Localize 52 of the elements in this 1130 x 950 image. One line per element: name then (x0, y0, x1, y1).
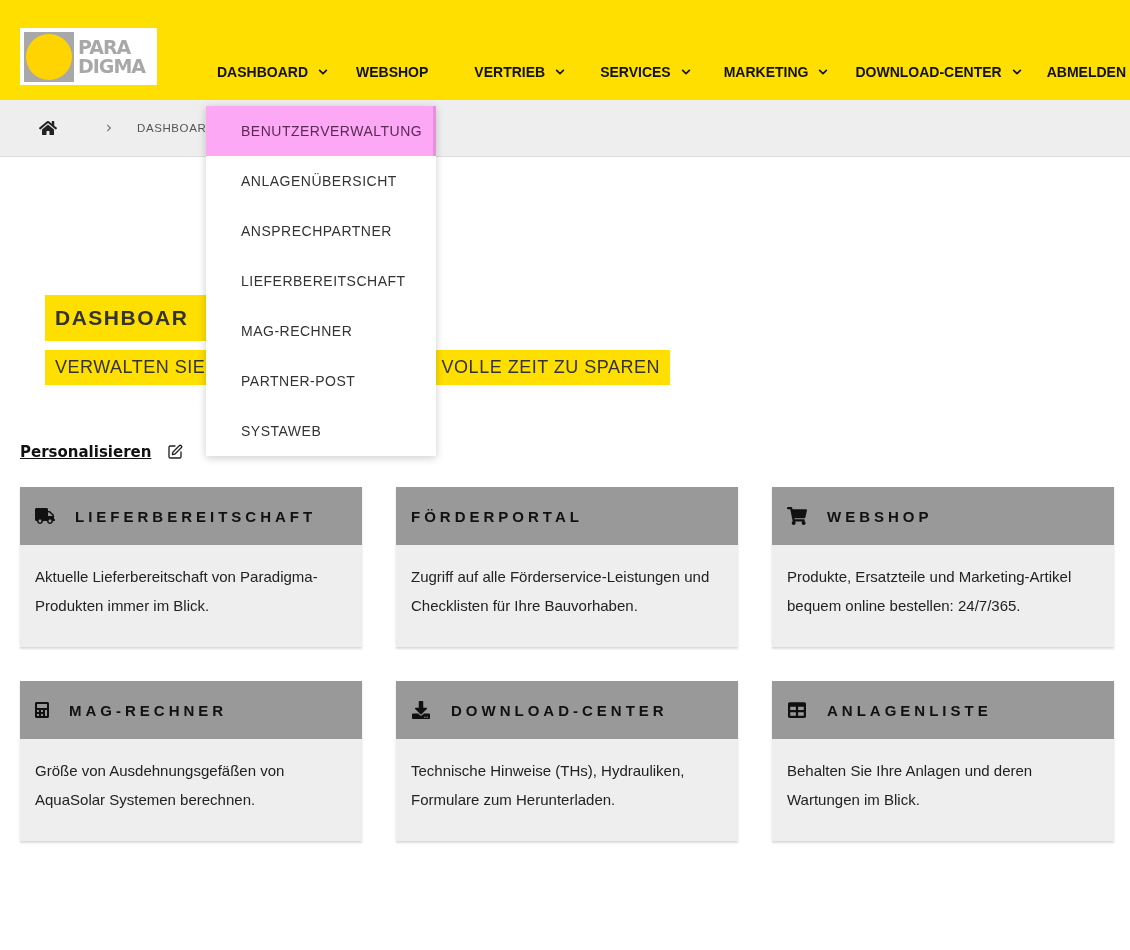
tile-card[interactable]: WEBSHOP Produkte, Ersatzteile und Marketing-Artikel bequem online bestellen: 24/7/365. (772, 487, 1114, 647)
tile-title: ANLAGENLISTE (827, 701, 992, 719)
tile-title: LIEFERBEREITSCHAFT (75, 507, 317, 525)
tile-title: MAG-RECHNER (69, 701, 228, 719)
tile-card[interactable]: DOWNLOAD-CENTER Technische Hinweise (THs), Hydrauliken, Formulare zum Herunterladen. (396, 681, 738, 841)
caret-icon (818, 67, 829, 77)
logo-text: DIGMA (78, 56, 146, 76)
tile-card[interactable]: ANLAGENLISTE Behalten Sie Ihre Anlagen und deren Wartungen im Blick. (772, 681, 1114, 841)
tile-card[interactable]: FÖRDERPORTAL Zugriff auf alle Förderservice-Leistungen und Checklisten für Ihre Bauvorhaben. (396, 487, 738, 647)
chevron-icon (105, 124, 113, 132)
tile-title: WEBSHOP (827, 507, 933, 525)
nav-link[interactable]: DASHBOARD (217, 62, 328, 82)
logo-text: PARA (78, 37, 132, 57)
caret-icon (1011, 67, 1022, 77)
calculator-icon (35, 701, 49, 719)
subtitle-text: VERWALTEN SIE (55, 357, 206, 378)
tile-description: Größe von Ausdehnungsgefäßen von AquaSolar Systemen berechnen. (34, 761, 286, 810)
tile-card[interactable]: MAG-RECHNER Größe von Ausdehnungsgefäßen von AquaSolar Systemen berechnen. (20, 681, 362, 841)
edit-icon[interactable] (167, 444, 184, 460)
nav-link[interactable]: WEBSHOP (356, 62, 429, 82)
subtitle-text: VOLLE ZEIT ZU SPAREN (441, 357, 660, 378)
cart-icon (787, 507, 807, 525)
logo-mark-icon (24, 31, 74, 82)
menu-item[interactable]: BENUTZERVERWALTUNG (206, 106, 436, 156)
table-icon (787, 701, 807, 719)
truck-icon (35, 507, 55, 525)
tile-description: Zugriff auf alle Förderservice-Leistungen und Checklisten für Ihre Bauvorhaben. (410, 567, 711, 616)
nav-link[interactable]: ABMELDEN (1046, 62, 1127, 82)
caret-icon (555, 67, 566, 77)
tile-description: Aktuelle Lieferbereitschaft von Paradigma-Produkten immer im Blick. (34, 567, 319, 616)
tile-description: Technische Hinweise (THs), Hydrauliken, Formulare zum Herunterladen. (410, 761, 686, 810)
nav-link[interactable]: MARKETING (723, 62, 829, 82)
personalize-link[interactable]: Personalisieren (20, 443, 152, 461)
caret-icon (318, 67, 328, 77)
nav-link[interactable]: DOWNLOAD-CENTER (855, 62, 1022, 82)
tile-title: DOWNLOAD-CENTER (451, 701, 668, 719)
nav-link[interactable]: SERVICES (600, 62, 691, 82)
menu-item[interactable]: SYSTAWEB (206, 406, 436, 456)
tile-description: Produkte, Ersatzteile und Marketing-Artikel bequem online bestellen: 24/7/365. (786, 567, 1073, 616)
tile-card[interactable]: LIEFERBEREITSCHAFT Aktuelle Lieferbereitschaft von Paradigma-Produkten immer im Blick. (20, 487, 362, 647)
menu-item[interactable]: LIEFERBEREITSCHAFT (206, 256, 436, 306)
download-icon (411, 701, 431, 719)
breadcrumb-item[interactable]: DASHBOAR (137, 122, 207, 134)
tile-description: Behalten Sie Ihre Anlagen und deren Wartungen im Blick. (786, 761, 1034, 810)
home-icon[interactable] (39, 119, 57, 137)
caret-icon (680, 67, 691, 77)
menu-item[interactable]: MAG-RECHNER (206, 306, 436, 356)
menu-item[interactable]: ANLAGENÜBERSICHT (206, 156, 436, 206)
menu-item[interactable]: ANSPRECHPARTNER (206, 206, 436, 256)
nav-link[interactable]: VERTRIEB (474, 62, 566, 82)
tile-title: FÖRDERPORTAL (411, 507, 583, 525)
menu-item[interactable]: PARTNER-POST (206, 356, 436, 406)
